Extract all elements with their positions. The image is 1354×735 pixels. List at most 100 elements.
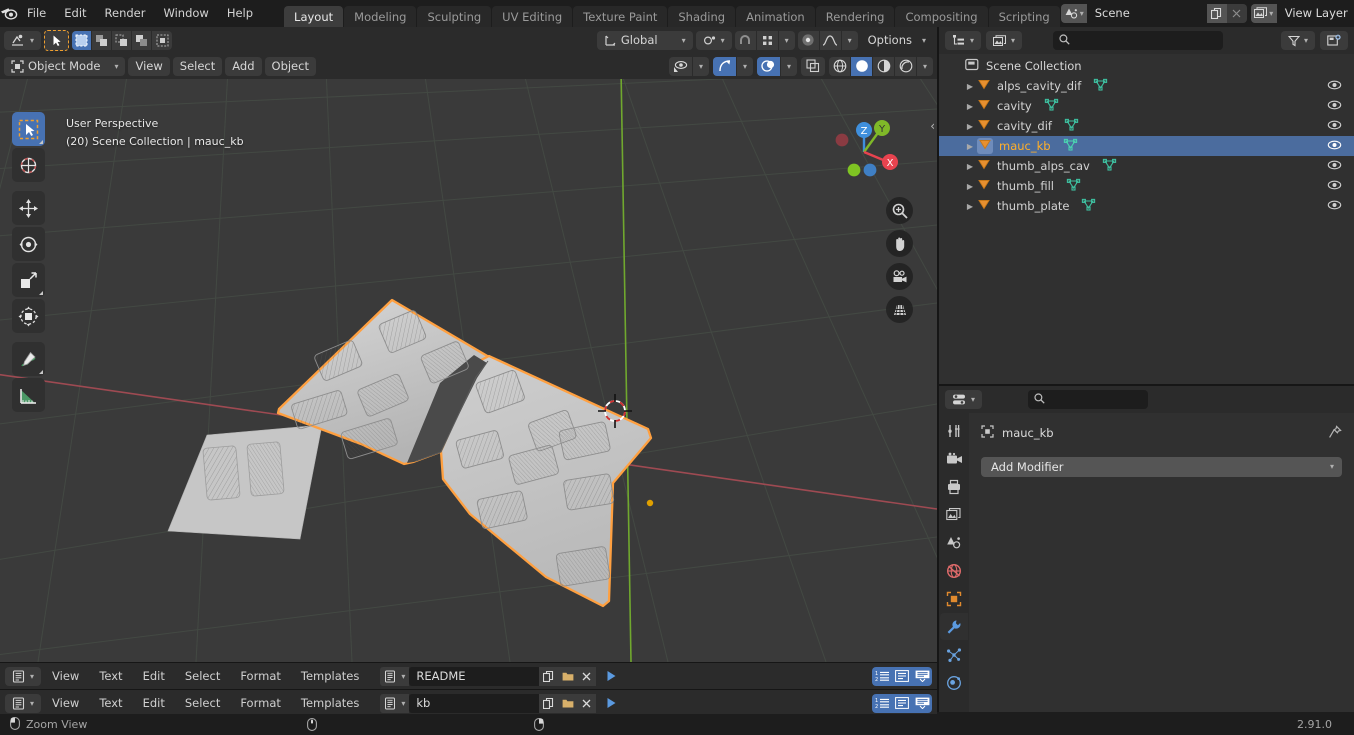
object-mode-dropdown[interactable]: Object Mode ▾ [4,56,126,76]
pivot-point-dropdown[interactable]: ▾ [695,30,732,50]
open-folder-icon[interactable] [558,666,578,686]
visibility-eye-icon[interactable] [1327,199,1342,214]
tool-scale[interactable] [12,263,45,297]
unlink-scene-button[interactable] [1226,3,1247,23]
transform-orientation-dropdown[interactable]: Global ▾ [596,30,693,50]
outliner-row-cavity-dif[interactable]: ▶ cavity_dif [939,116,1354,136]
tab-render-icon[interactable] [940,445,968,472]
3d-viewport[interactable]: User Perspective (20) Scene Collection |… [0,27,937,662]
mesh-data-icon[interactable] [1081,198,1096,214]
tab-rendering[interactable]: Rendering [815,6,895,29]
run-script-icon[interactable] [601,667,620,686]
tab-sculpting[interactable]: Sculpting [417,6,492,29]
visibility-eye-icon[interactable] [1327,99,1342,114]
select-new-icon[interactable] [72,30,93,50]
text-menu-select[interactable]: Select [176,694,229,713]
mesh-data-icon[interactable] [1064,118,1079,134]
properties-editor[interactable]: ▾ mauc_kb Add Modifier ▾ [939,386,1354,712]
x-ray-icon[interactable] [801,57,825,76]
text-menu-templates[interactable]: Templates [292,694,368,713]
syntax-highlight-icon[interactable] [912,666,932,686]
text-menu-select[interactable]: Select [176,667,229,686]
options-dropdown[interactable]: Options ▾ [861,31,933,50]
tab-uv-editing[interactable]: UV Editing [492,6,573,29]
visibility-eye-icon[interactable] [1327,179,1342,194]
outliner-row-thumb-plate[interactable]: ▶ thumb_plate [939,196,1354,216]
new-collection-button[interactable] [1319,31,1348,50]
outliner-display-mode-icon[interactable]: ▾ [945,31,982,50]
mesh-data-icon[interactable] [1093,78,1108,94]
text-menu-format[interactable]: Format [231,667,290,686]
tab-shading[interactable]: Shading [668,6,736,29]
text-menu-text[interactable]: Text [90,667,131,686]
text-menu-edit[interactable]: Edit [134,667,174,686]
viewport-menu-add[interactable]: Add [225,56,262,76]
text-filename-field[interactable]: kb [409,693,540,713]
text-menu-edit[interactable]: Edit [134,694,174,713]
expand-arrow-icon[interactable]: ▶ [963,102,977,111]
editor-type-icon[interactable]: ▾ [4,30,42,50]
text-datablock-icon[interactable]: ▾ [380,666,410,686]
run-script-icon[interactable] [601,694,620,713]
select-intersect-icon[interactable] [152,31,172,50]
camera-icon[interactable] [886,263,913,290]
tab-physics-icon[interactable] [940,669,968,696]
viewport-menu-view[interactable]: View [128,56,170,76]
new-text-icon[interactable] [539,693,559,713]
blender-logo-icon[interactable] [0,0,18,26]
scene-selector[interactable]: ▾ Scene [1060,3,1247,23]
outliner-filter-button[interactable]: ▾ [1280,31,1315,50]
select-invert-icon[interactable] [132,30,153,50]
select-subtract-icon[interactable] [112,30,133,50]
outliner-row-thumb-fill[interactable]: ▶ thumb_fill [939,176,1354,196]
expand-arrow-icon[interactable]: ▶ [963,82,977,91]
visibility-eye-icon[interactable] [1327,79,1342,94]
scene-icon[interactable]: ▾ [1060,3,1087,23]
text-filename-field[interactable]: README [409,666,540,686]
text-editor-type-icon[interactable]: ▾ [5,666,42,686]
wireframe-icon[interactable] [829,56,851,76]
expand-arrow-icon[interactable]: ▶ [963,122,977,131]
text-editor-type-icon[interactable]: ▾ [5,693,42,713]
properties-editor-type-icon[interactable]: ▾ [945,390,983,409]
outliner-search-input[interactable] [1053,31,1224,50]
view-layer-selector[interactable]: ▾ View Layer [1250,3,1354,23]
outliner-row-cavity[interactable]: ▶ cavity [939,96,1354,116]
tab-world-icon[interactable] [940,557,968,584]
new-scene-button[interactable] [1206,3,1227,23]
add-modifier-button[interactable]: Add Modifier ▾ [981,457,1342,477]
unlink-text-icon[interactable] [577,693,597,713]
show-hide-icon[interactable] [669,56,693,76]
pin-icon[interactable] [1328,424,1342,442]
text-menu-templates[interactable]: Templates [292,667,368,686]
expand-arrow-icon[interactable]: ▶ [963,202,977,211]
overlays-dropdown-chevron-icon[interactable]: ▾ [781,57,797,76]
syntax-highlight-icon[interactable] [912,693,932,713]
snap-increment-icon[interactable] [757,30,779,50]
select-extend-icon[interactable] [92,30,113,50]
shading-dropdown-chevron-icon[interactable]: ▾ [917,57,933,76]
viewlayer-icon[interactable]: ▾ [1250,3,1277,23]
visibility-eye-icon[interactable] [1327,119,1342,134]
proportional-edit-icon[interactable] [798,30,820,50]
tool-measure[interactable] [12,378,45,412]
zoom-icon[interactable] [886,197,913,224]
tool-rotate[interactable] [12,227,45,261]
navigation-gizmo[interactable]: Z Y X [826,112,902,188]
line-numbers-icon[interactable]: 12 [872,693,892,713]
tab-scene-icon[interactable] [940,529,968,556]
snap-magnet-icon[interactable] [735,30,757,50]
menu-edit[interactable]: Edit [55,3,95,23]
tab-animation[interactable]: Animation [736,6,815,29]
text-menu-text[interactable]: Text [90,694,131,713]
viewport-menu-select[interactable]: Select [172,56,223,76]
expand-arrow-icon[interactable]: ▶ [963,142,977,151]
tool-active-select-box-icon[interactable] [44,29,70,51]
expand-arrow-icon[interactable]: ▶ [963,162,977,171]
unlink-text-icon[interactable] [577,666,597,686]
word-wrap-icon[interactable] [892,693,912,713]
menu-file[interactable]: File [18,3,55,23]
text-menu-format[interactable]: Format [231,694,290,713]
solid-icon[interactable] [851,56,873,76]
viewport-canvas[interactable] [0,79,937,662]
